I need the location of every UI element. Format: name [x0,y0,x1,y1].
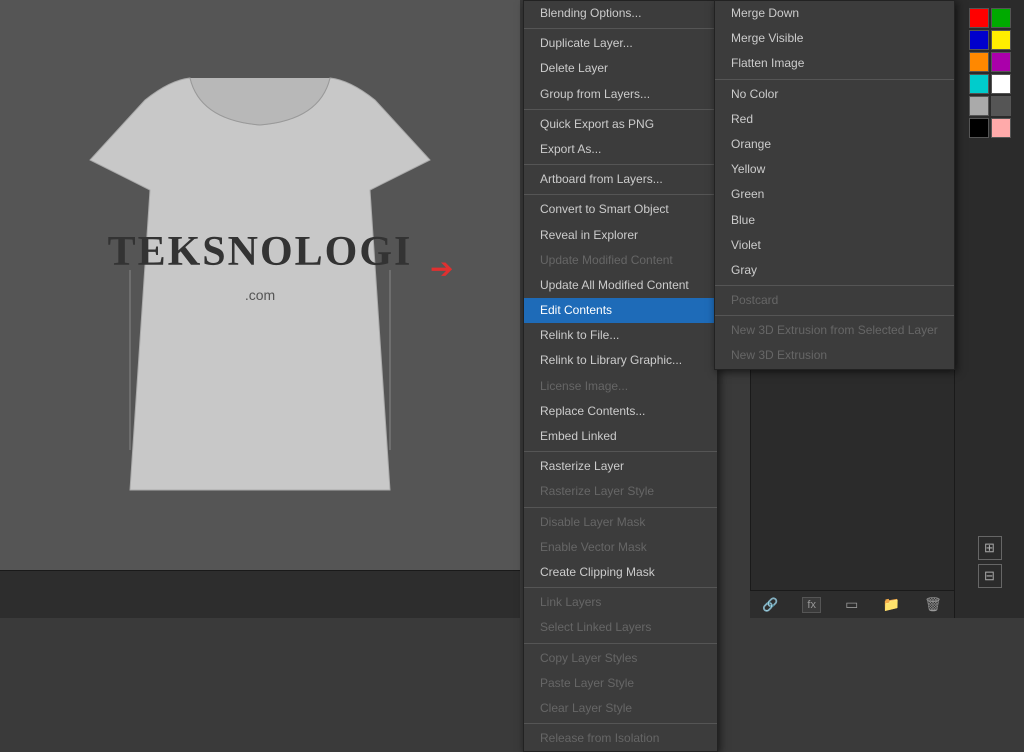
panel-icon-2[interactable]: ⊟ [978,564,1002,588]
menu-quick-export[interactable]: Quick Export as PNG [524,112,717,137]
separator-1 [524,28,717,29]
separator-9 [524,723,717,724]
swatch-pink[interactable] [991,118,1011,138]
menu-release-from-isolation: Release from Isolation [524,726,717,751]
menu-license-image: License Image... [524,374,717,399]
separator-4 [524,194,717,195]
menu-rasterize-layer[interactable]: Rasterize Layer [524,454,717,479]
swatch-white[interactable] [991,74,1011,94]
menu-edit-contents[interactable]: Edit Contents [524,298,717,323]
menu-orange[interactable]: Orange [715,132,954,157]
bottom-bar [0,570,520,618]
menu-duplicate-layer[interactable]: Duplicate Layer... [524,31,717,56]
mask-icon[interactable]: ▭ [845,596,858,613]
menu-postcard: Postcard [715,288,954,313]
separator-7 [524,587,717,588]
tshirt-container: TEKSNOLOGI .com [70,65,450,505]
separator-6 [524,507,717,508]
menu-rasterize-layer-style: Rasterize Layer Style [524,479,717,504]
menu-select-linked-layers: Select Linked Layers [524,615,717,640]
svg-text:TEKSNOLOGI: TEKSNOLOGI [108,229,413,275]
menu-red[interactable]: Red [715,107,954,132]
menu-link-layers: Link Layers [524,590,717,615]
swatch-violet[interactable] [991,52,1011,72]
swatch-orange[interactable] [969,52,989,72]
second-separator-2 [715,285,954,286]
swatch-yellow[interactable] [991,30,1011,50]
right-panel: ⊞ ⊟ [954,0,1024,618]
second-context-menu: Merge Down Merge Visible Flatten Image N… [714,0,955,370]
menu-green[interactable]: Green [715,182,954,207]
menu-no-color[interactable]: No Color [715,82,954,107]
menu-copy-layer-styles: Copy Layer Styles [524,646,717,671]
menu-replace-contents[interactable]: Replace Contents... [524,399,717,424]
menu-paste-layer-style: Paste Layer Style [524,671,717,696]
separator-2 [524,109,717,110]
swatch-light-gray[interactable] [969,96,989,116]
arrow-indicator: ➔ [430,252,453,285]
swatch-blue[interactable] [969,30,989,50]
swatch-cyan[interactable] [969,74,989,94]
trash-icon[interactable]: 🗑 [924,596,942,613]
menu-new-3d-extrusion-selected: New 3D Extrusion from Selected Layer [715,318,954,343]
canvas-area: TEKSNOLOGI .com [0,0,520,570]
second-separator-1 [715,79,954,80]
menu-delete-layer[interactable]: Delete Layer [524,56,717,81]
swatch-red[interactable] [969,8,989,28]
menu-relink-file[interactable]: Relink to File... [524,323,717,348]
menu-new-3d-extrusion: New 3D Extrusion [715,343,954,368]
menu-export-as[interactable]: Export As... [524,137,717,162]
folder-icon[interactable]: 📁 [883,596,900,613]
svg-text:.com: .com [245,287,275,303]
swatch-dark-gray[interactable] [991,96,1011,116]
menu-disable-layer-mask: Disable Layer Mask [524,510,717,535]
menu-relink-library[interactable]: Relink to Library Graphic... [524,348,717,373]
menu-artboard-from-layers[interactable]: Artboard from Layers... [524,167,717,192]
menu-blending-options[interactable]: Blending Options... [524,1,717,26]
menu-violet[interactable]: Violet [715,233,954,258]
menu-yellow[interactable]: Yellow [715,157,954,182]
swatch-black[interactable] [969,118,989,138]
menu-enable-vector-mask: Enable Vector Mask [524,535,717,560]
menu-update-modified: Update Modified Content [524,248,717,273]
second-separator-3 [715,315,954,316]
main-context-menu: Blending Options... Duplicate Layer... D… [523,0,718,752]
tshirt-svg: TEKSNOLOGI .com [70,65,450,505]
menu-embed-linked[interactable]: Embed Linked [524,424,717,449]
swatch-green[interactable] [991,8,1011,28]
menu-flatten-image[interactable]: Flatten Image [715,51,954,76]
separator-5 [524,451,717,452]
menu-group-from-layers[interactable]: Group from Layers... [524,82,717,107]
menu-blue[interactable]: Blue [715,208,954,233]
menu-merge-down[interactable]: Merge Down [715,1,954,26]
layers-bottom-bar: 🔗 fx ▭ 📁 🗑 [750,590,954,618]
menu-update-all-modified[interactable]: Update All Modified Content [524,273,717,298]
separator-3 [524,164,717,165]
menu-convert-smart-object[interactable]: Convert to Smart Object [524,197,717,222]
separator-8 [524,643,717,644]
menu-merge-visible[interactable]: Merge Visible [715,26,954,51]
link-icon[interactable]: 🔗 [762,597,778,613]
menu-reveal-explorer[interactable]: Reveal in Explorer [524,223,717,248]
menu-create-clipping-mask[interactable]: Create Clipping Mask [524,560,717,585]
panel-icon-1[interactable]: ⊞ [978,536,1002,560]
fx-icon[interactable]: fx [802,597,821,613]
menu-gray[interactable]: Gray [715,258,954,283]
menu-clear-layer-style: Clear Layer Style [524,696,717,721]
swatches-grid [969,8,1011,138]
